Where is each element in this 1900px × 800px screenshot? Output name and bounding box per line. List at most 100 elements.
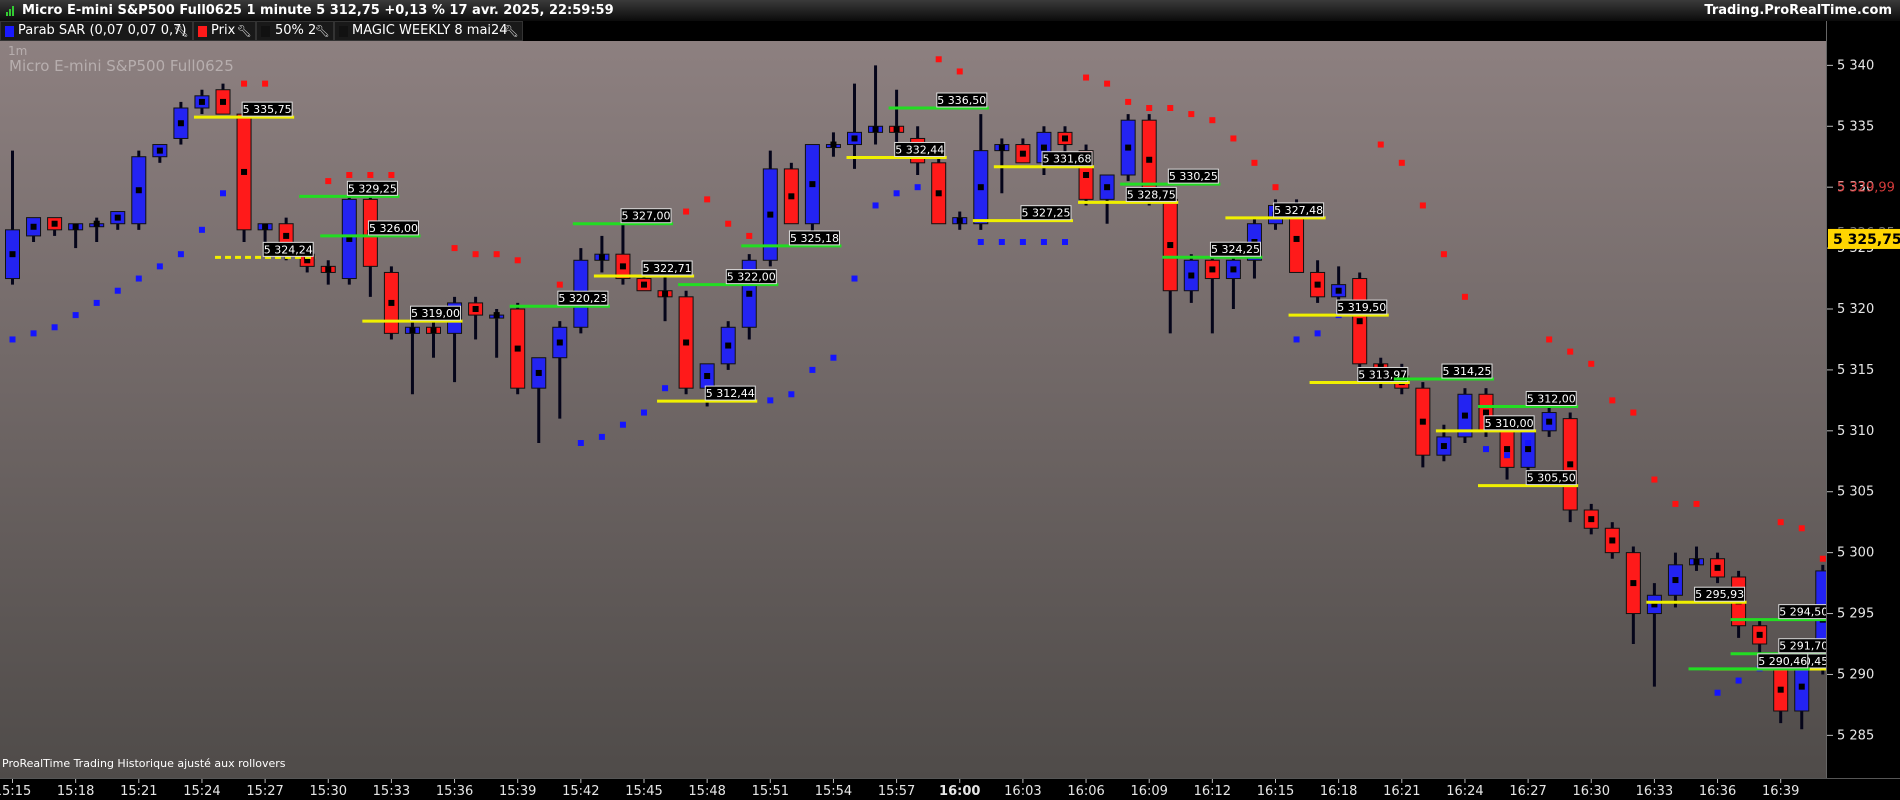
candle-midpoint [956, 217, 963, 224]
sar-dot [1819, 555, 1826, 562]
sar-dot [1609, 397, 1616, 404]
candle [931, 156, 947, 225]
price-tick-label: 5 285 [1837, 728, 1874, 743]
candle-midpoint [1188, 272, 1195, 279]
sar-dot [1630, 409, 1637, 416]
candle [47, 217, 63, 236]
candle [594, 235, 610, 273]
candle [152, 144, 168, 163]
wrench-icon[interactable]: 🔧︎ [237, 22, 252, 40]
time-tick-label: 16:30 [1573, 784, 1610, 799]
candle [889, 89, 905, 145]
indicator-magic-weekly[interactable]: MAGIC WEEKLY 8 mai24 🔧︎ [334, 21, 523, 41]
candle-midpoint [1525, 446, 1532, 453]
level-label: 5 312,44 [706, 387, 755, 400]
candle [26, 217, 42, 242]
sar-dot [872, 202, 879, 209]
level-label: 5 295,93 [1695, 588, 1744, 601]
candle [1752, 619, 1768, 657]
candle-midpoint [1167, 242, 1174, 249]
candle-midpoint [1104, 184, 1111, 191]
candle-midpoint [935, 190, 942, 197]
price-axis[interactable]: 5 285 5 290 5 295 5 300 5 305 5 310 5 315 5 320… [1826, 21, 1900, 778]
candle [1604, 522, 1620, 559]
time-axis[interactable]: 15:15 15:18 15:21 15:24 15:27 15:30 15:33 15:36… [0, 778, 1900, 800]
candle [868, 65, 884, 145]
sar-dot [9, 336, 16, 343]
sar-dot [977, 239, 984, 245]
sar-dot [1146, 105, 1153, 111]
price-tick-label: 5 335 [1837, 119, 1874, 134]
sar-dot [1777, 519, 1784, 526]
level-label: 5 322,71 [643, 262, 692, 275]
sar-dot [177, 251, 184, 258]
time-tick-label: 16:24 [1446, 784, 1483, 799]
price-tick-label: 5 310 [1837, 424, 1874, 439]
candle [1183, 254, 1199, 303]
candle [1667, 552, 1683, 608]
candle [131, 150, 147, 230]
sar-dot [325, 178, 332, 185]
indicator-label: 50% 2 [275, 23, 317, 38]
candle-midpoint [325, 266, 332, 273]
candle-midpoint [1440, 443, 1447, 450]
candle [110, 211, 126, 230]
wrench-icon[interactable]: 🔧︎ [504, 22, 519, 40]
indicator-parab-sar[interactable]: Parab SAR (0,07 0,07 0,7) 🔧︎ [0, 21, 193, 41]
candle-midpoint [430, 327, 437, 334]
candle-midpoint [788, 193, 795, 200]
candle [89, 217, 105, 242]
candle [1310, 260, 1326, 303]
level-label: 5 330,25 [1169, 170, 1218, 183]
sar-dot [388, 172, 395, 178]
candle-midpoint [1230, 266, 1237, 273]
sar-dot [1167, 105, 1174, 111]
indicator-color-swatch [198, 26, 207, 37]
sar-dot [241, 80, 248, 87]
candle [236, 113, 252, 242]
level-label: 5 290,46 [1758, 655, 1807, 668]
indicator-label: Prix [211, 23, 236, 38]
sar-dot [1125, 98, 1132, 105]
candle [1646, 583, 1662, 687]
sar-dot [220, 190, 226, 197]
sar-dot [1419, 202, 1426, 209]
candle-midpoint [388, 299, 395, 306]
candle [720, 321, 736, 370]
candle [1457, 388, 1473, 443]
candle-midpoint [1040, 144, 1047, 151]
candle [468, 296, 484, 340]
candle-midpoint [93, 220, 100, 227]
sar-dot [135, 275, 142, 282]
candle [552, 321, 568, 419]
sar-dot [1567, 348, 1574, 355]
level-label: 5 305,50 [1527, 472, 1576, 485]
level-label: 5 291,70 [1779, 640, 1826, 653]
sar-dot [935, 56, 942, 63]
candle-midpoint [619, 263, 626, 270]
sar-dot [1230, 135, 1237, 142]
candle [1689, 546, 1704, 571]
indicator-50-percent[interactable]: 50% 2 🔧︎ [256, 21, 334, 41]
level-label: 5 324,25 [1211, 243, 1260, 256]
wrench-icon[interactable]: 🔧︎ [174, 22, 189, 40]
wrench-icon[interactable]: 🔧︎ [315, 22, 330, 40]
candle-midpoint [535, 369, 542, 376]
time-tick-label: 15:15 [0, 784, 31, 799]
candle-midpoint [1693, 558, 1700, 565]
sar-dot [746, 232, 753, 239]
level-label: 5 336,50 [937, 94, 986, 107]
sar-dot [956, 68, 963, 75]
time-axis-svg: 15:15 15:18 15:21 15:24 15:27 15:30 15:33 15:36… [0, 779, 1799, 799]
time-tick-label: 15:57 [878, 784, 915, 799]
brand-label: Trading.ProRealTime.com [1704, 3, 1892, 18]
indicator-prix[interactable]: Prix 🔧︎ [193, 21, 256, 41]
candle-midpoint [767, 211, 774, 218]
sar-dot [493, 251, 500, 258]
time-tick-label: 15:33 [373, 784, 410, 799]
candle-midpoint [220, 98, 226, 105]
sar-dot [514, 257, 521, 264]
sar-dot [1461, 293, 1468, 300]
price-chart-area[interactable]: 5 335,75 5 324,24 5 329,25 5 326,00 5 319,00… [0, 41, 1826, 778]
level-label: 5 319,50 [1337, 301, 1386, 314]
